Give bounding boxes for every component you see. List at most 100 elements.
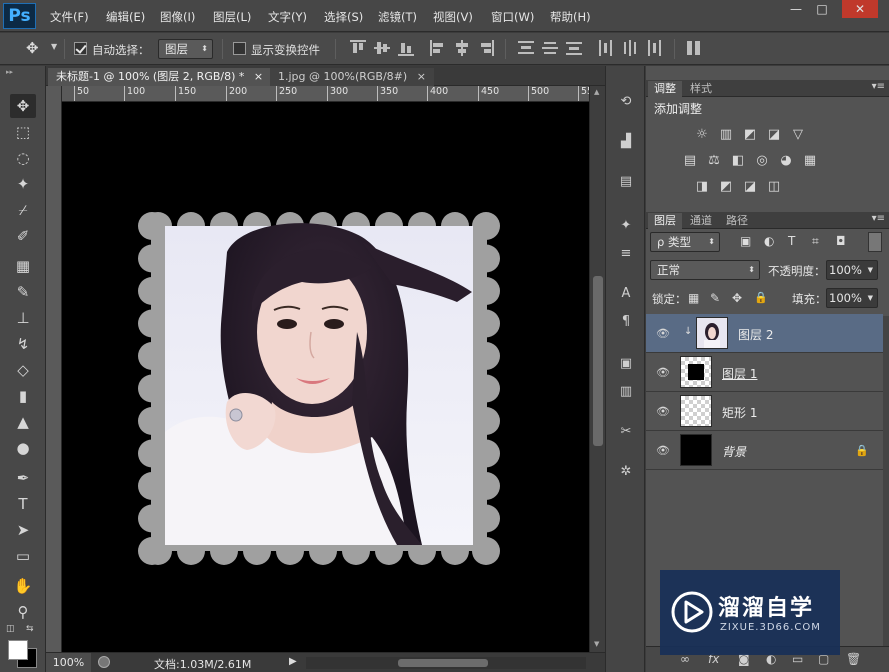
tab-layers[interactable]: 图层 <box>648 213 682 229</box>
align-left-icon[interactable] <box>430 40 446 56</box>
lock-transparent-icon[interactable]: ▦ <box>688 291 699 305</box>
tab-channels[interactable]: 通道 <box>684 213 718 229</box>
clone-stamp-tool-icon[interactable]: ⊥ <box>10 306 36 330</box>
layer-name[interactable]: 矩形 1 <box>722 404 757 421</box>
path-selection-tool-icon[interactable]: ➤ <box>10 518 36 542</box>
scroll-down-arrow-icon[interactable]: ▼ <box>594 640 599 648</box>
align-vcenter-icon[interactable] <box>374 40 390 56</box>
visibility-eye-icon[interactable]: 👁 <box>656 444 670 457</box>
tab-close-icon[interactable]: × <box>417 70 426 83</box>
paragraph-panel-icon[interactable]: ¶ <box>616 312 636 332</box>
brush-tool-icon[interactable]: ✎ <box>10 280 36 304</box>
menu-window[interactable]: 窗口(W) <box>491 9 534 25</box>
notes-panel-icon[interactable]: ▣ <box>616 354 636 374</box>
channel-mixer-icon[interactable]: ◕ <box>778 154 794 168</box>
brightness-icon[interactable]: ☼ <box>694 128 710 142</box>
tool-presets-icon[interactable]: ✂ <box>616 422 636 442</box>
restore-button[interactable]: □ <box>807 0 837 18</box>
auto-select-dropdown[interactable]: 图层 ⬍ <box>158 39 213 59</box>
tab-untitled-1[interactable]: 未标题-1 @ 100% (图层 2, RGB/8) * × <box>48 68 272 86</box>
layer-name[interactable]: 图层 2 <box>738 326 773 343</box>
menu-image[interactable]: 图像(I) <box>160 9 195 25</box>
auto-select-checkbox[interactable] <box>74 42 87 55</box>
color-lookup-icon[interactable]: ▦ <box>802 154 818 168</box>
menu-view[interactable]: 视图(V) <box>433 9 473 25</box>
eyedropper-tool-icon[interactable]: ✐ <box>10 224 36 248</box>
auto-align-icon[interactable] <box>686 40 702 56</box>
default-colors-icon[interactable]: ◫ <box>6 624 15 634</box>
distribute-vcenter-icon[interactable] <box>542 40 558 56</box>
brush-presets-icon[interactable]: ✦ <box>616 216 636 236</box>
align-hcenter-icon[interactable] <box>454 40 470 56</box>
menu-layer[interactable]: 图层(L) <box>213 9 251 25</box>
distribute-left-icon[interactable] <box>598 40 614 56</box>
layers-scrollbar[interactable] <box>883 316 889 646</box>
vertical-scrollbar[interactable]: ▲ ▼ <box>589 86 605 652</box>
swap-colors-icon[interactable]: ⇆ <box>26 624 34 634</box>
preset-dropdown-arrow-icon[interactable]: ▼ <box>51 42 57 51</box>
character-panel-icon[interactable]: A <box>616 284 636 304</box>
posterize-icon[interactable]: ◩ <box>718 180 734 194</box>
panel-collapse-icon[interactable]: ▸▸ <box>6 68 13 76</box>
gradient-map-icon[interactable]: ◫ <box>766 180 782 194</box>
scroll-up-arrow-icon[interactable]: ▲ <box>594 88 599 96</box>
hand-tool-icon[interactable]: ✋ <box>10 574 36 598</box>
black-white-icon[interactable]: ◧ <box>730 154 746 168</box>
status-menu-arrow[interactable]: ▶ <box>289 656 297 667</box>
visibility-eye-icon[interactable]: 👁 <box>656 405 670 418</box>
align-top-icon[interactable] <box>350 40 366 56</box>
hue-saturation-icon[interactable]: ▤ <box>682 154 698 168</box>
filter-smart-object-icon[interactable]: ◘ <box>836 234 846 248</box>
3d-panel-icon[interactable]: ✲ <box>616 462 636 482</box>
scroll-thumb[interactable] <box>593 276 603 446</box>
vibrance-icon[interactable]: ▽ <box>790 128 806 142</box>
visibility-eye-icon[interactable]: 👁 <box>656 327 670 340</box>
opacity-field[interactable]: 100% ▼ <box>826 260 878 280</box>
lasso-tool-icon[interactable]: ◌ <box>10 146 36 170</box>
layer-filter-type-dropdown[interactable]: ρ 类型 ⬍ <box>650 232 720 252</box>
levels-icon[interactable]: ▥ <box>718 128 734 142</box>
panel-menu-icon[interactable]: ▾≡ <box>872 81 885 92</box>
distribute-hcenter-icon[interactable] <box>622 40 638 56</box>
document-canvas[interactable] <box>62 102 589 652</box>
healing-brush-tool-icon[interactable]: ▦ <box>10 254 36 278</box>
photo-filter-icon[interactable]: ◎ <box>754 154 770 168</box>
distribute-right-icon[interactable] <box>646 40 662 56</box>
layer-row[interactable]: 👁 背景 🔒 <box>646 431 883 470</box>
pen-tool-icon[interactable]: ✒ <box>10 466 36 490</box>
layer-row[interactable]: 👁 矩形 1 <box>646 392 883 431</box>
layer-row[interactable]: 👁 ↓ 图层 2 <box>646 314 883 353</box>
visibility-eye-icon[interactable]: 👁 <box>656 366 670 379</box>
magic-wand-tool-icon[interactable]: ✦ <box>10 172 36 196</box>
horizontal-scrollbar[interactable] <box>306 657 586 669</box>
lock-all-icon[interactable]: 🔒 <box>754 291 768 304</box>
lock-position-icon[interactable]: ✥ <box>732 291 742 305</box>
dodge-tool-icon[interactable]: ● <box>10 436 36 460</box>
exposure-icon[interactable]: ◪ <box>766 128 782 142</box>
type-tool-icon[interactable]: T <box>10 492 36 516</box>
gradient-tool-icon[interactable]: ▮ <box>10 384 36 408</box>
history-icon[interactable]: ⟲ <box>616 92 636 112</box>
filter-pixel-icon[interactable]: ▣ <box>740 234 751 248</box>
info-panel-icon[interactable]: ▤ <box>616 172 636 192</box>
layer-row[interactable]: 👁 图层 1 <box>646 353 883 392</box>
lock-image-icon[interactable]: ✎ <box>710 291 720 305</box>
align-right-icon[interactable] <box>478 40 494 56</box>
history-brush-tool-icon[interactable]: ↯ <box>10 332 36 356</box>
status-info-icon[interactable] <box>98 656 110 668</box>
properties-panel-icon[interactable]: ▥ <box>616 382 636 402</box>
filter-type-icon[interactable]: T <box>788 234 795 248</box>
filter-shape-icon[interactable]: ⌗ <box>812 234 819 249</box>
tab-1-jpg[interactable]: 1.jpg @ 100%(RGB/8#) × <box>270 68 434 86</box>
filter-adjustment-icon[interactable]: ◐ <box>764 234 774 248</box>
menu-type[interactable]: 文字(Y) <box>268 9 307 25</box>
threshold-icon[interactable]: ◪ <box>742 180 758 194</box>
tab-styles[interactable]: 样式 <box>684 81 718 97</box>
move-tool-icon[interactable]: ✥ <box>10 94 36 118</box>
menu-help[interactable]: 帮助(H) <box>550 9 591 25</box>
blend-mode-dropdown[interactable]: 正常 ⬍ <box>650 260 760 280</box>
tab-paths[interactable]: 路径 <box>720 213 754 229</box>
histogram-icon[interactable]: ▟ <box>616 132 636 152</box>
panel-menu-icon[interactable]: ▾≡ <box>872 213 885 224</box>
marquee-tool-icon[interactable]: ⬚ <box>10 120 36 144</box>
